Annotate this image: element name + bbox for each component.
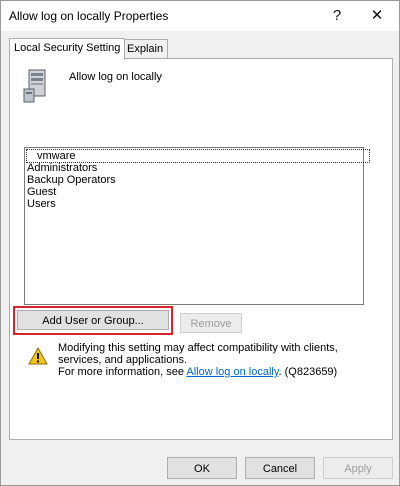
more-info-suffix: . (Q823659)	[278, 366, 338, 378]
more-info-line: For more information, see Allow log on l…	[58, 366, 378, 378]
help-button[interactable]: ?	[323, 5, 351, 27]
dialog-title: Allow log on locally Properties	[9, 9, 169, 23]
ok-button[interactable]: OK	[167, 457, 237, 479]
tab-local-security-setting[interactable]: Local Security Setting	[9, 38, 126, 60]
properties-dialog: Allow log on locally Properties ? ✕ Loca…	[0, 0, 400, 486]
warning-icon	[28, 347, 48, 365]
tab-explain[interactable]: Explain	[122, 39, 169, 59]
users-groups-list[interactable]: vmware Administrators Backup Operators G…	[24, 147, 370, 305]
close-button[interactable]: ✕	[363, 5, 391, 27]
list-item[interactable]: Users	[27, 198, 56, 210]
list-item[interactable]: Backup Operators	[27, 174, 116, 186]
list-item[interactable]: vmware	[26, 149, 370, 163]
policy-server-icon	[23, 69, 46, 103]
list-item[interactable]: Guest	[27, 186, 56, 198]
policy-name: Allow log on locally	[69, 71, 162, 83]
warning-message: Modifying this setting may affect compat…	[58, 342, 378, 378]
more-info-prefix: For more information, see	[58, 366, 187, 378]
list-item[interactable]: Administrators	[27, 162, 97, 174]
more-info-link[interactable]: Allow log on locally	[186, 366, 278, 378]
remove-button[interactable]: Remove	[180, 313, 242, 333]
title-bar: Allow log on locally Properties ? ✕	[1, 1, 399, 31]
add-user-or-group-button[interactable]: Add User or Group...	[17, 310, 169, 330]
cancel-button[interactable]: Cancel	[245, 457, 315, 479]
apply-button[interactable]: Apply	[323, 457, 393, 479]
tab-panel: Allow log on locally vmware Administrato…	[9, 58, 393, 440]
warning-line: Modifying this setting may affect compat…	[58, 342, 338, 366]
